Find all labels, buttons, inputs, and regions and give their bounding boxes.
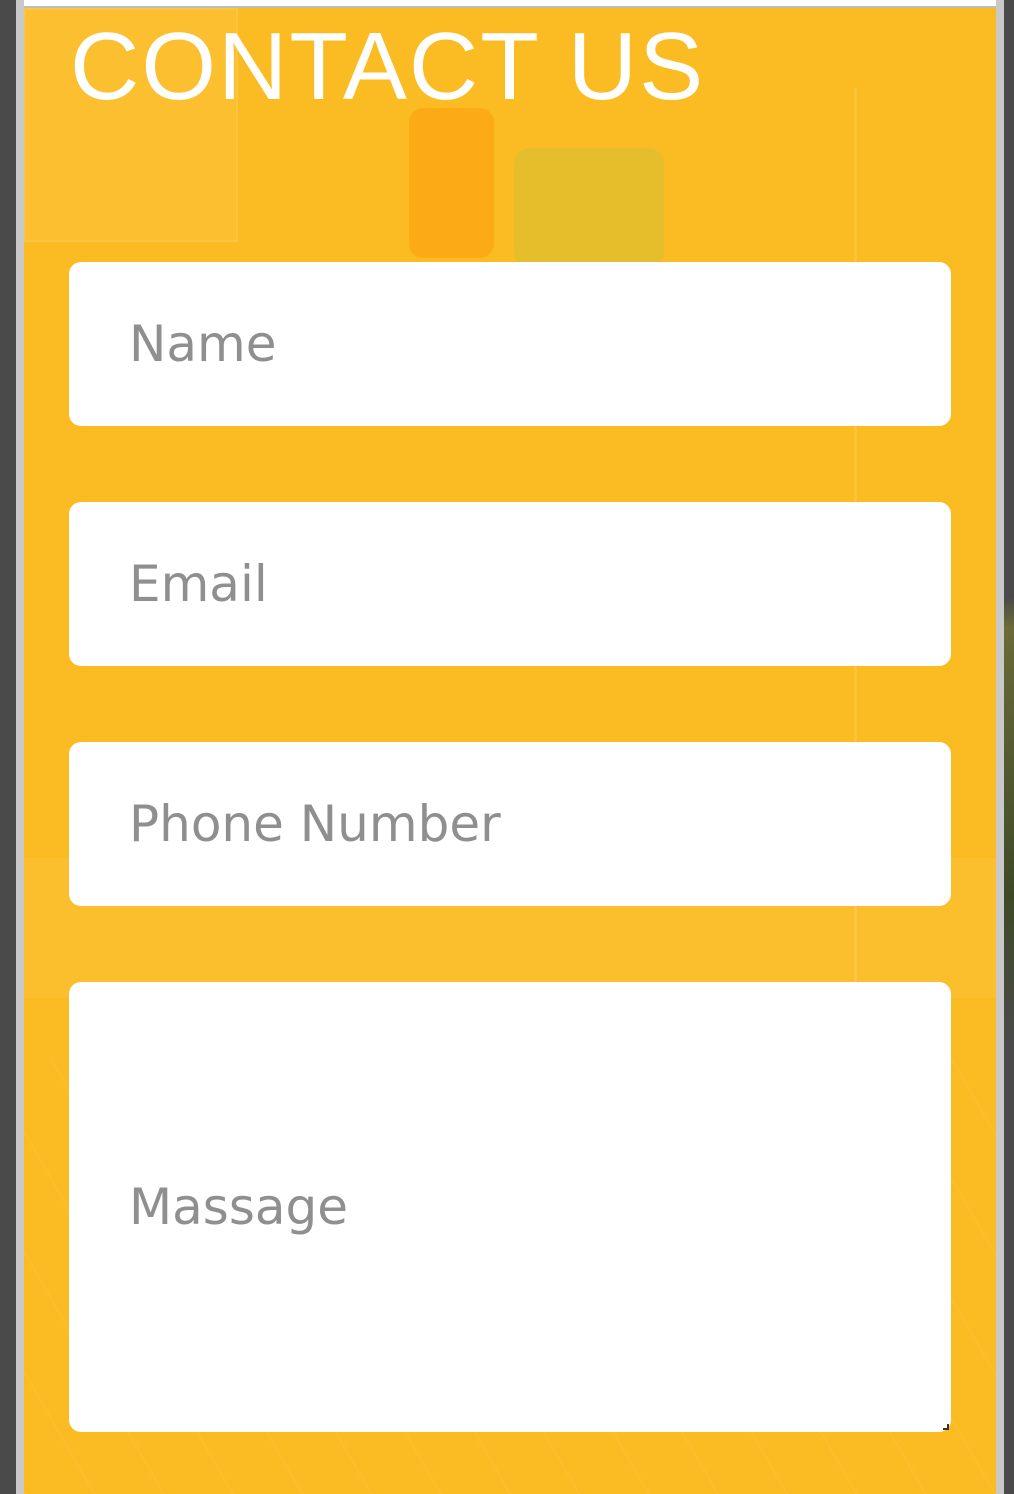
message-textarea[interactable]: Massage (69, 982, 951, 1432)
page-backdrop-left (0, 0, 16, 1494)
phone-field[interactable]: Phone Number (69, 742, 951, 906)
contact-panel: CONTACT US Name Email Phone Number Massa… (24, 8, 996, 1494)
message-placeholder: Massage (129, 1178, 349, 1236)
phone-placeholder: Phone Number (129, 795, 501, 853)
background-photo-green-cup (514, 148, 664, 268)
name-field[interactable]: Name (69, 262, 951, 426)
resize-handle-icon[interactable] (943, 1424, 949, 1430)
panel-top-edge (24, 0, 996, 8)
page-backdrop-right (1004, 0, 1014, 1494)
email-field[interactable]: Email (69, 502, 951, 666)
name-placeholder: Name (129, 315, 277, 373)
page-title: CONTACT US (70, 13, 706, 120)
email-placeholder: Email (129, 555, 268, 613)
background-photo-orange-cup (409, 108, 494, 258)
